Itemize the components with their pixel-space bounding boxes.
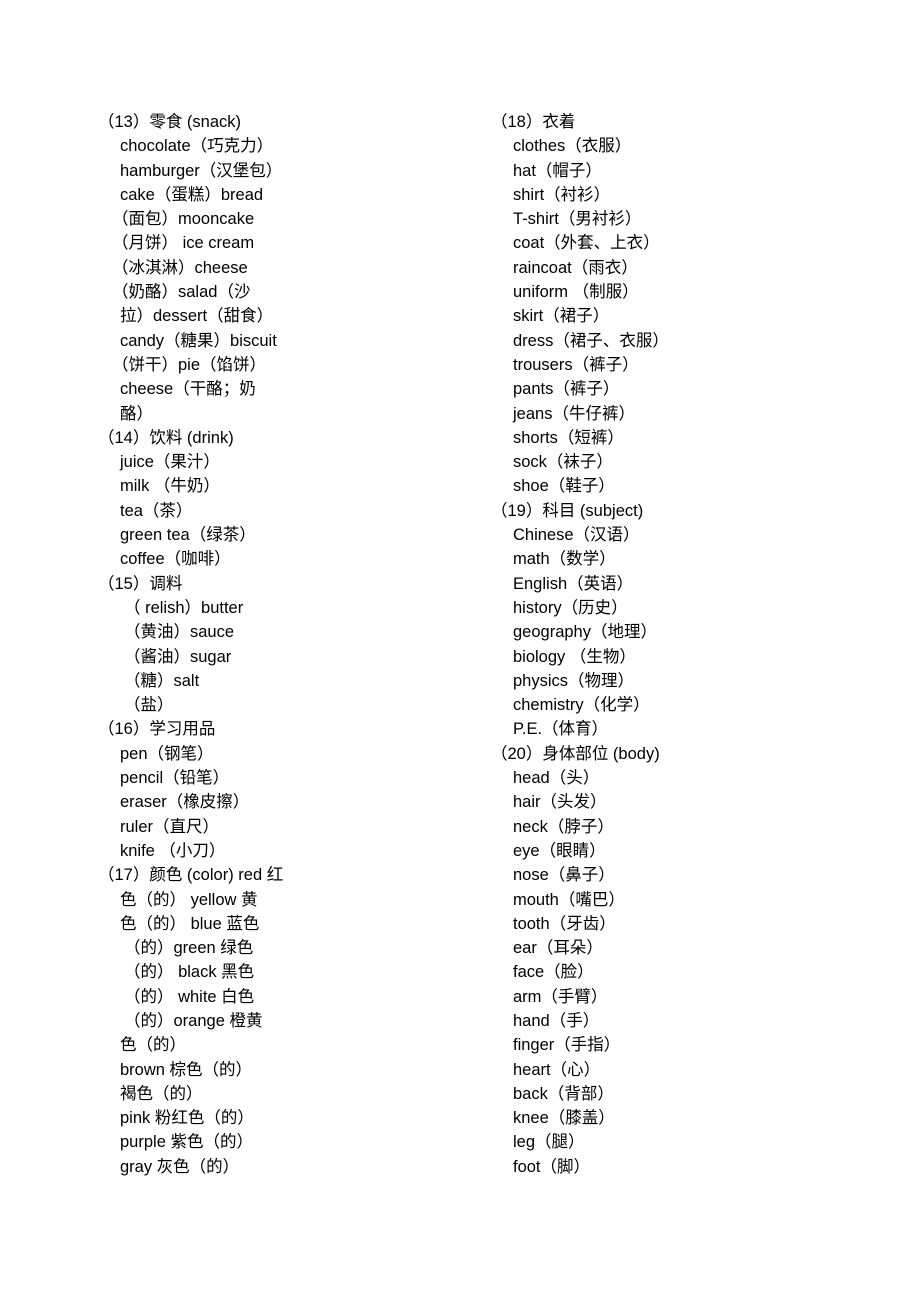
- vocabulary-line: English（英语）: [513, 574, 634, 593]
- vocabulary-line: head（头）: [513, 769, 600, 788]
- section-heading: （17）颜色 (color) red 红: [98, 866, 284, 885]
- vocabulary-line: （酱油）sugar: [124, 647, 232, 666]
- vocabulary-line: 褐色（的）: [120, 1084, 203, 1103]
- vocabulary-line: （的）green 绿色: [124, 939, 254, 958]
- vocabulary-line: history（历史）: [513, 598, 628, 617]
- section-heading: （19）科目 (subject): [491, 501, 644, 520]
- vocabulary-line: （的） black 黑色: [124, 963, 255, 982]
- vocabulary-line: （黄油）sauce: [124, 623, 235, 642]
- vocabulary-line: shirt（衬衫）: [513, 185, 611, 204]
- vocabulary-line: hamburger（汉堡包）: [120, 161, 283, 180]
- vocabulary-line: mouth（嘴巴）: [513, 890, 625, 909]
- vocabulary-line: 酪）: [120, 404, 153, 423]
- document-page: （13）零食 (snack) chocolate（巧克力） hamburger（汉堡…: [0, 0, 920, 1303]
- vocabulary-line: 色（的） yellow 黄: [120, 890, 258, 909]
- section-heading: （16）学习用品: [98, 720, 216, 739]
- vocabulary-line: （月饼） ice cream: [112, 234, 255, 253]
- vocabulary-line: chemistry（化学）: [513, 696, 650, 715]
- vocabulary-line: hair（头发）: [513, 793, 607, 812]
- vocabulary-line: juice（果汁）: [120, 453, 220, 472]
- section-heading: （14）饮料 (drink): [98, 428, 234, 447]
- vocabulary-line: dress（裙子、衣服）: [513, 331, 669, 350]
- vocabulary-line: tooth（牙齿）: [513, 914, 616, 933]
- vocabulary-line: （奶酪）salad（沙: [112, 283, 251, 302]
- vocabulary-line: knee（膝盖）: [513, 1109, 615, 1128]
- vocabulary-line: pants（裤子）: [513, 380, 620, 399]
- vocabulary-line: leg（腿）: [513, 1133, 585, 1152]
- vocabulary-line: skirt（裙子）: [513, 307, 610, 326]
- vocabulary-line: shorts（短裤）: [513, 428, 624, 447]
- vocabulary-line: back（背部）: [513, 1084, 614, 1103]
- vocabulary-line: physics（物理）: [513, 671, 635, 690]
- vocabulary-line: T-shirt（男衬衫）: [513, 210, 642, 229]
- vocabulary-line: clothes（衣服）: [513, 137, 632, 156]
- right-column: （18）衣着 clothes（衣服） hat（帽子） shirt（衬衫） T-shirt…: [491, 110, 831, 1179]
- vocabulary-line: milk （牛奶）: [120, 477, 220, 496]
- vocabulary-line: cheese（干酪；奶: [120, 380, 256, 399]
- vocabulary-line: ear（耳朵）: [513, 939, 603, 958]
- vocabulary-line: （ relish）butter: [124, 598, 244, 617]
- vocabulary-line: 拉）dessert（甜食）: [120, 307, 274, 326]
- vocabulary-line: pencil（铅笔）: [120, 769, 230, 788]
- vocabulary-line: Chinese（汉语）: [513, 526, 640, 545]
- section-heading: （15）调料: [98, 574, 183, 593]
- vocabulary-line: hat（帽子）: [513, 161, 602, 180]
- vocabulary-line: shoe（鞋子）: [513, 477, 615, 496]
- vocabulary-line: coffee（咖啡）: [120, 550, 231, 569]
- vocabulary-line: trousers（裤子）: [513, 355, 639, 374]
- section-heading: （18）衣着: [491, 113, 576, 131]
- vocabulary-line: sock（袜子）: [513, 453, 613, 472]
- vocabulary-line: arm（手臂）: [513, 987, 608, 1006]
- vocabulary-line: gray 灰色（的）: [120, 1157, 240, 1176]
- vocabulary-line: jeans（牛仔裤）: [513, 404, 635, 423]
- vocabulary-line: （的）orange 橙黄: [124, 1011, 263, 1030]
- vocabulary-line: knife （小刀）: [120, 841, 226, 860]
- vocabulary-line: heart（心）: [513, 1060, 601, 1079]
- section-heading: （13）零食 (snack): [98, 113, 242, 131]
- vocabulary-line: candy（糖果）biscuit: [120, 331, 277, 350]
- vocabulary-line: hand（手）: [513, 1011, 600, 1030]
- vocabulary-line: （盐）: [124, 696, 174, 715]
- section-heading: （20）身体部位 (body): [491, 744, 660, 763]
- vocabulary-line: neck（脖子）: [513, 817, 614, 836]
- vocabulary-line: （饼干）pie（馅饼）: [112, 355, 267, 374]
- vocabulary-line: （糖）salt: [124, 671, 200, 690]
- vocabulary-line: （面包）mooncake: [112, 210, 255, 229]
- vocabulary-line: math（数学）: [513, 550, 616, 569]
- vocabulary-line: eraser（橡皮擦）: [120, 793, 250, 812]
- vocabulary-line: 色（的）: [120, 1036, 186, 1055]
- vocabulary-line: geography（地理）: [513, 623, 657, 642]
- vocabulary-line: foot（脚）: [513, 1157, 591, 1176]
- vocabulary-line: uniform （制服）: [513, 283, 639, 302]
- vocabulary-line: pen（钢笔）: [120, 744, 214, 763]
- vocabulary-line: nose（鼻子）: [513, 866, 615, 885]
- vocabulary-line: （冰淇淋）cheese: [112, 258, 248, 277]
- vocabulary-line: tea（茶）: [120, 501, 193, 520]
- vocabulary-line: purple 紫色（的）: [120, 1133, 253, 1152]
- vocabulary-line: pink 粉红色（的）: [120, 1109, 254, 1128]
- vocabulary-line: coat（外套、上衣）: [513, 234, 660, 253]
- vocabulary-line: green tea（绿茶）: [120, 526, 256, 545]
- vocabulary-line: （的） white 白色: [124, 987, 255, 1006]
- vocabulary-line: chocolate（巧克力）: [120, 137, 274, 156]
- vocabulary-line: biology （生物）: [513, 647, 636, 666]
- vocabulary-line: P.E.（体育）: [513, 720, 609, 739]
- vocabulary-line: eye（眼睛）: [513, 841, 606, 860]
- vocabulary-line: brown 棕色（的）: [120, 1060, 253, 1079]
- vocabulary-line: face（脸）: [513, 963, 594, 982]
- vocabulary-line: cake（蛋糕）bread: [120, 185, 264, 204]
- left-column: （13）零食 (snack) chocolate（巧克力） hamburger（汉堡…: [98, 110, 438, 1179]
- vocabulary-line: raincoat（雨衣）: [513, 258, 638, 277]
- vocabulary-line: ruler（直尺）: [120, 817, 220, 836]
- vocabulary-line: finger（手指）: [513, 1036, 621, 1055]
- vocabulary-line: 色（的） blue 蓝色: [120, 914, 260, 933]
